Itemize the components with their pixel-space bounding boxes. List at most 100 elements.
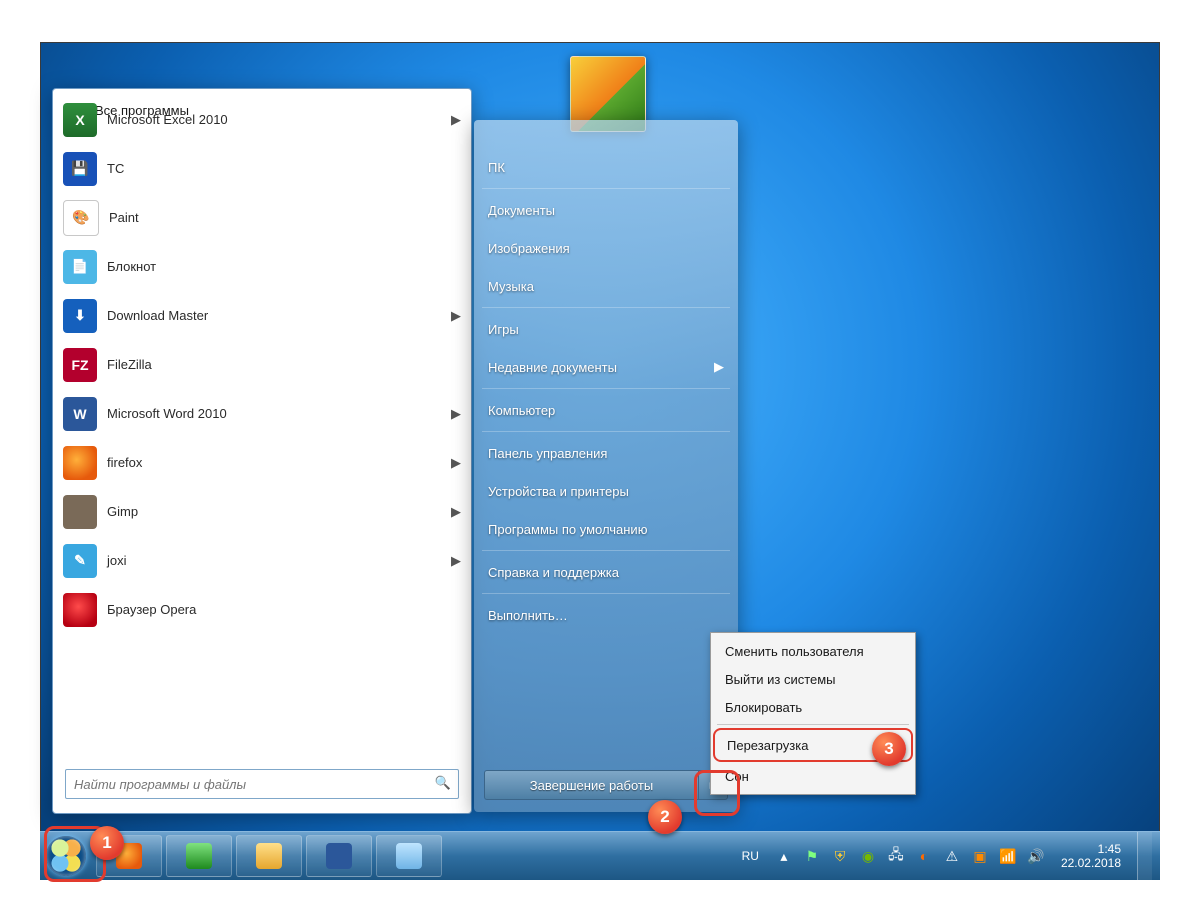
- separator: [482, 431, 730, 432]
- taskbar-item-explorer[interactable]: [236, 835, 302, 877]
- program-label: FileZilla: [107, 357, 461, 372]
- right-item-9[interactable]: Программы по умолчанию: [474, 510, 738, 548]
- right-item-label: Устройства и принтеры: [488, 484, 724, 499]
- taskbar-item-preview[interactable]: [376, 835, 442, 877]
- word-icon: W: [63, 397, 97, 431]
- monitor-icon: [186, 843, 212, 869]
- tray-shield-icon[interactable]: ⛨: [831, 847, 849, 865]
- clock-time: 1:45: [1061, 842, 1121, 856]
- program-item-note[interactable]: 📄 Блокнот: [57, 242, 467, 291]
- right-item-label: Игры: [488, 322, 724, 337]
- chevron-right-icon: ▶: [451, 308, 461, 324]
- right-item-label: Выполнить…: [488, 608, 724, 623]
- tray-wifi-icon[interactable]: 📶: [999, 847, 1017, 865]
- annotation-callout-3: 3: [872, 732, 906, 766]
- right-item-0[interactable]: ПК: [474, 148, 738, 186]
- program-label: Gimp: [107, 504, 451, 519]
- program-label: TC: [107, 161, 461, 176]
- separator: [482, 307, 730, 308]
- separator: [482, 188, 730, 189]
- annotation-ring-shutdown-arrow: [694, 770, 740, 816]
- program-label: firefox: [107, 455, 451, 470]
- program-label: joxi: [107, 553, 451, 568]
- tc-icon: 💾: [63, 152, 97, 186]
- right-item-11[interactable]: Выполнить…: [474, 596, 738, 634]
- program-item-dm[interactable]: ⬇Download Master▶: [57, 291, 467, 340]
- tray-app-icon[interactable]: ▣: [971, 847, 989, 865]
- start-menu-right-panel: ПК Документы Изображения Музыка Игры Недавние…: [474, 120, 738, 812]
- right-item-1[interactable]: Документы: [474, 191, 738, 229]
- search-input[interactable]: [65, 769, 459, 799]
- shutdown-option-label: Выйти из системы: [725, 672, 836, 687]
- shutdown-label: Завершение работы: [530, 778, 653, 793]
- program-item-paint[interactable]: 🎨Paint: [57, 193, 467, 242]
- taskbar-item-word[interactable]: [306, 835, 372, 877]
- right-item-label: Недавние документы: [488, 360, 714, 375]
- program-label: Microsoft Word 2010: [107, 406, 451, 421]
- taskbar: RU ▴ ⚑ ⛨ ◉ 🖧 ◐ ⚠ ▣ 📶 🔊 1:45 22.02.2018: [40, 831, 1160, 880]
- shutdown-option-label: Сменить пользователя: [725, 644, 864, 659]
- annotation-callout-1: 1: [90, 826, 124, 860]
- chevron-right-icon: ▶: [714, 359, 724, 375]
- note-icon: 📄: [63, 250, 97, 284]
- tray-volume-icon[interactable]: 🔊: [1027, 847, 1045, 865]
- right-item-label: ПК: [488, 160, 724, 175]
- opera-icon: [63, 593, 97, 627]
- program-item-fz[interactable]: FZ FileZilla: [57, 340, 467, 389]
- language-indicator[interactable]: RU: [742, 849, 759, 863]
- program-item-excel[interactable]: XMicrosoft Excel 2010▶: [57, 95, 467, 144]
- right-item-2[interactable]: Изображения: [474, 229, 738, 267]
- taskbar-item-monitor[interactable]: [166, 835, 232, 877]
- right-item-label: Программы по умолчанию: [488, 522, 724, 537]
- show-desktop-button[interactable]: [1137, 832, 1152, 880]
- program-item-opera[interactable]: Браузер Opera: [57, 585, 467, 634]
- program-item-ff[interactable]: firefox▶: [57, 438, 467, 487]
- tray-nvidia-icon[interactable]: ◉: [859, 847, 877, 865]
- right-item-6[interactable]: Компьютер: [474, 391, 738, 429]
- chevron-right-icon: ▶: [451, 553, 461, 569]
- tray-network-icon[interactable]: 🖧: [887, 847, 905, 865]
- right-item-8[interactable]: Устройства и принтеры: [474, 472, 738, 510]
- start-menu-left-panel: XMicrosoft Excel 2010▶ 💾 TC 🎨Paint 📄 Блокнот ⬇…: [52, 88, 472, 814]
- paint-icon: 🎨: [63, 200, 99, 236]
- tray-chevron-icon[interactable]: ▴: [775, 847, 793, 865]
- tray-action-icon[interactable]: ⚠: [943, 847, 961, 865]
- program-item-gimp[interactable]: Gimp▶: [57, 487, 467, 536]
- chevron-right-icon: ▶: [451, 406, 461, 422]
- fz-icon: FZ: [63, 348, 97, 382]
- ff-icon: [63, 446, 97, 480]
- gimp-icon: [63, 495, 97, 529]
- tray-flag-icon[interactable]: ⚑: [803, 847, 821, 865]
- chevron-right-icon: ▶: [451, 455, 461, 471]
- dm-icon: ⬇: [63, 299, 97, 333]
- separator: [717, 724, 909, 725]
- shutdown-option-2[interactable]: Блокировать: [713, 693, 913, 721]
- right-item-label: Панель управления: [488, 446, 724, 461]
- shutdown-option-0[interactable]: Сменить пользователя: [713, 637, 913, 665]
- shutdown-submenu: Сменить пользователя Выйти из системы Блок…: [710, 632, 916, 795]
- program-item-joxi[interactable]: ✎ joxi▶: [57, 536, 467, 585]
- word-icon: [326, 843, 352, 869]
- shutdown-option-4[interactable]: Сон: [713, 762, 913, 790]
- tray-update-icon[interactable]: ◐: [915, 847, 933, 865]
- program-label: Блокнот: [107, 259, 461, 274]
- right-item-3[interactable]: Музыка: [474, 267, 738, 305]
- program-item-word[interactable]: W Microsoft Word 2010▶: [57, 389, 467, 438]
- clock-date: 22.02.2018: [1061, 856, 1121, 870]
- shutdown-button[interactable]: Завершение работы: [484, 770, 698, 800]
- joxi-icon: ✎: [63, 544, 97, 578]
- program-item-tc[interactable]: 💾 TC: [57, 144, 467, 193]
- right-item-label: Справка и поддержка: [488, 565, 724, 580]
- search-icon: 🔍: [435, 775, 451, 791]
- shutdown-option-1[interactable]: Выйти из системы: [713, 665, 913, 693]
- taskbar-clock[interactable]: 1:45 22.02.2018: [1055, 842, 1127, 870]
- folder-icon: [256, 843, 282, 869]
- right-item-5[interactable]: Недавние документы▶: [474, 348, 738, 386]
- separator: [482, 550, 730, 551]
- right-item-label: Документы: [488, 203, 724, 218]
- right-item-label: Изображения: [488, 241, 724, 256]
- right-item-7[interactable]: Панель управления: [474, 434, 738, 472]
- right-item-4[interactable]: Игры: [474, 310, 738, 348]
- right-item-10[interactable]: Справка и поддержка: [474, 553, 738, 591]
- window-icon: [396, 843, 422, 869]
